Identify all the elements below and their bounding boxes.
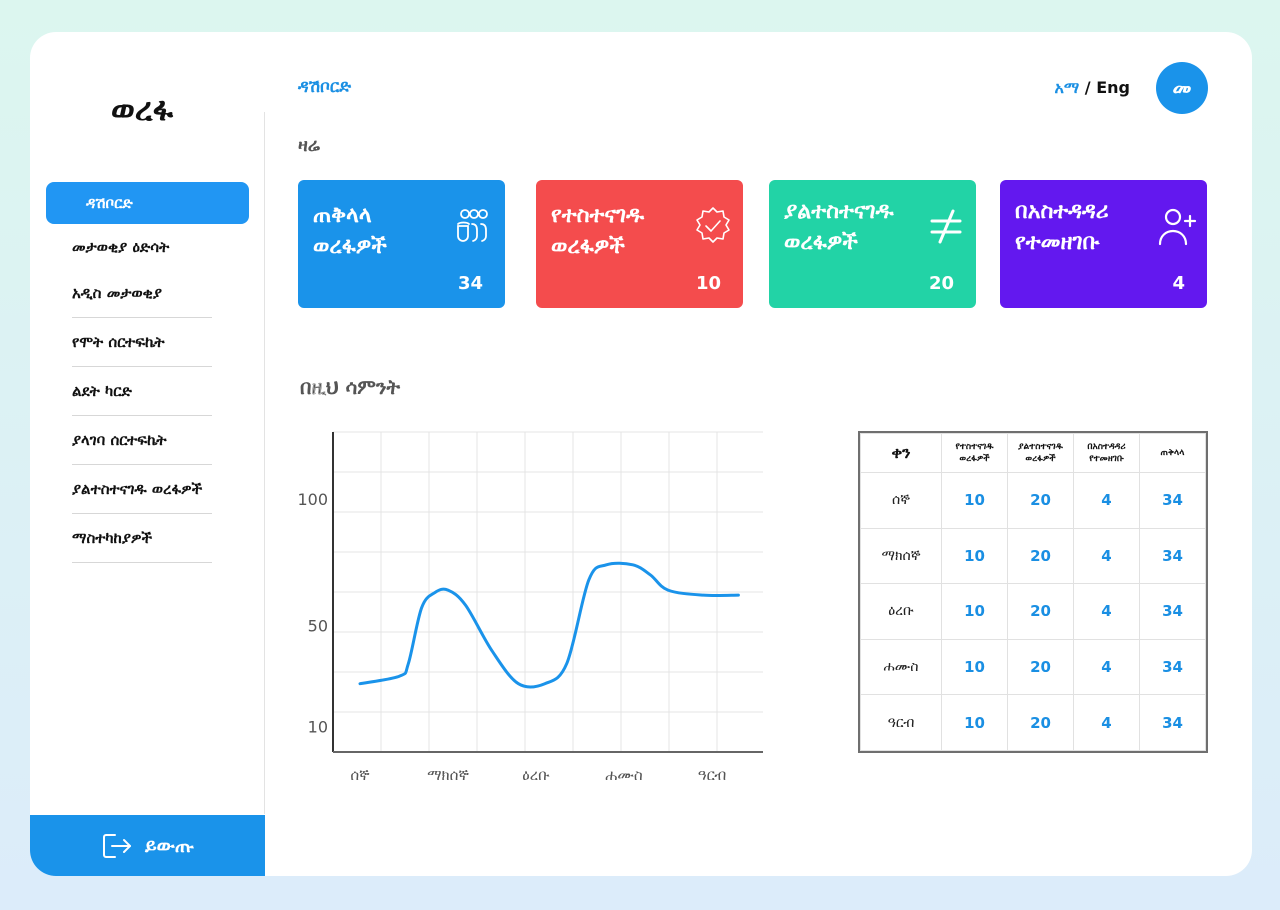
y-tick-label: 100 bbox=[297, 490, 328, 509]
sidebar-item-death-certificate[interactable]: የሞት ሰርተፍኬት bbox=[72, 321, 212, 363]
add-user-icon bbox=[1158, 208, 1197, 246]
people-icon bbox=[457, 209, 488, 242]
sidebar-item-new-id[interactable]: አዲስ መታወቂያ bbox=[72, 272, 212, 314]
cell-admin-registered: 4 bbox=[1073, 694, 1140, 751]
sidebar-divider-vertical bbox=[264, 112, 265, 814]
column-header-unserved: ያልተስተናገዱ ወረፋዎች bbox=[1007, 433, 1074, 473]
y-tick-label: 10 bbox=[308, 718, 328, 737]
today-section-title: ዛሬ bbox=[298, 135, 320, 156]
column-header-admin-registered: በአስተዳዳሪ የተመዘገቡ bbox=[1073, 433, 1140, 473]
weekly-line-chart: 10 50 100 ሰኞ ማክሰኞ ዕረቡ ሐሙስ ዓርብ bbox=[297, 431, 763, 784]
chart-x-tick-labels: ሰኞ ማክሰኞ ዕረቡ ሐሙስ ዓርብ bbox=[350, 766, 726, 784]
x-tick-label: ሰኞ bbox=[350, 766, 370, 784]
week-section-title: በዚህ ሳምንት bbox=[300, 375, 400, 399]
sidebar-item-id-renewal[interactable]: መታወቂያ ዕድሳት bbox=[72, 226, 212, 268]
stat-card-count: 34 bbox=[457, 273, 483, 294]
column-header-total: ጠቅላላ bbox=[1139, 433, 1206, 473]
stat-card-unserved-queues[interactable]: ያልተስተናገዱ ወረፋዎች 20 bbox=[769, 180, 976, 308]
stat-card-title: በአስተዳዳሪ የተመዘገቡ bbox=[1015, 199, 1109, 255]
cell-total: 34 bbox=[1139, 638, 1206, 696]
cell-served: 10 bbox=[941, 472, 1008, 529]
cell-total: 34 bbox=[1139, 527, 1206, 585]
cell-admin-registered: 4 bbox=[1073, 527, 1140, 585]
cell-total: 34 bbox=[1139, 694, 1206, 751]
dashboard-window: ወረፋ ዳሽቦርድ መታወቂያ ዕድሳት አዲስ መታወቂያ የሞት ሰርተፍኬ… bbox=[30, 32, 1252, 876]
stat-card-count: 4 bbox=[1172, 273, 1185, 294]
table-row: ማክሰኞ 10 20 4 34 bbox=[860, 527, 1206, 585]
sidebar-item-single-certificate[interactable]: ያላገባ ሰርተፍኬት bbox=[72, 419, 212, 461]
language-switcher: አማ / Eng bbox=[1054, 78, 1130, 98]
cell-day: ሰኞ bbox=[860, 472, 942, 529]
app-logo: ወረፋ bbox=[110, 90, 174, 128]
cell-served: 10 bbox=[941, 527, 1008, 585]
cell-total: 34 bbox=[1139, 583, 1206, 640]
cell-served: 10 bbox=[941, 638, 1008, 696]
column-header-day: ቀን bbox=[860, 433, 942, 473]
x-tick-label: ማክሰኞ bbox=[427, 766, 469, 784]
cell-admin-registered: 4 bbox=[1073, 472, 1140, 529]
cell-unserved: 20 bbox=[1007, 638, 1074, 696]
sidebar: ወረፋ ዳሽቦርድ መታወቂያ ዕድሳት አዲስ መታወቂያ የሞት ሰርተፍኬ… bbox=[30, 32, 265, 876]
chart-grid bbox=[332, 431, 763, 753]
sidebar-divider bbox=[72, 366, 212, 367]
cell-day: ማክሰኞ bbox=[860, 527, 942, 585]
cell-day: ሐሙስ bbox=[860, 638, 942, 696]
table-row: ሐሙስ 10 20 4 34 bbox=[860, 638, 1206, 696]
sidebar-divider bbox=[72, 317, 212, 318]
sidebar-item-unserved-queues[interactable]: ያልተስተናገዱ ወረፋዎች bbox=[72, 468, 212, 510]
sidebar-divider bbox=[72, 464, 212, 465]
lang-english[interactable]: Eng bbox=[1096, 78, 1130, 97]
y-tick-label: 50 bbox=[308, 617, 328, 636]
series-line bbox=[358, 561, 740, 689]
logout-label: ይውጡ bbox=[144, 834, 195, 857]
chart-y-tick-labels: 10 50 100 bbox=[297, 490, 328, 737]
not-equal-icon bbox=[930, 209, 962, 244]
logout-button[interactable]: ይውጡ bbox=[30, 815, 265, 876]
weekly-summary-table: ቀን የተስተናገዱ ወረፋዎች ያልተስተናገዱ ወረፋዎች በአስተዳዳሪ … bbox=[858, 431, 1208, 753]
cell-unserved: 20 bbox=[1007, 694, 1074, 751]
sidebar-item-birth-card[interactable]: ልደት ካርድ bbox=[72, 370, 212, 412]
cell-admin-registered: 4 bbox=[1073, 638, 1140, 696]
stat-card-title: ጠቅላላ ወረፋዎች bbox=[313, 203, 387, 259]
cell-admin-registered: 4 bbox=[1073, 583, 1140, 640]
verified-badge-icon bbox=[696, 207, 730, 243]
sidebar-item-dashboard[interactable]: ዳሽቦርድ bbox=[46, 182, 249, 224]
stat-card-count: 20 bbox=[928, 273, 954, 294]
sidebar-divider bbox=[72, 415, 212, 416]
breadcrumb[interactable]: ዳሽቦርድ bbox=[298, 77, 351, 97]
table-row: ሰኞ 10 20 4 34 bbox=[860, 472, 1206, 529]
lang-separator: / bbox=[1079, 78, 1097, 97]
avatar[interactable]: መ bbox=[1156, 62, 1208, 114]
column-header-served: የተስተናገዱ ወረፋዎች bbox=[941, 433, 1008, 473]
cell-day: ዓርብ bbox=[860, 694, 942, 751]
cell-served: 10 bbox=[941, 583, 1008, 640]
cell-unserved: 20 bbox=[1007, 583, 1074, 640]
stat-card-served-queues[interactable]: የተስተናገዱ ወረፋዎች 10 bbox=[536, 180, 743, 308]
cell-unserved: 20 bbox=[1007, 527, 1074, 585]
lang-amharic[interactable]: አማ bbox=[1054, 78, 1079, 97]
x-tick-label: ዕረቡ bbox=[522, 766, 550, 784]
table-row: ዕረቡ 10 20 4 34 bbox=[860, 583, 1206, 640]
table-header-row: ቀን የተስተናገዱ ወረፋዎች ያልተስተናገዱ ወረፋዎች በአስተዳዳሪ … bbox=[860, 433, 1206, 473]
stat-card-count: 10 bbox=[695, 273, 721, 294]
stat-card-total-queues[interactable]: ጠቅላላ ወረፋዎች 34 bbox=[298, 180, 505, 308]
stat-card-title: ያልተስተናገዱ ወረፋዎች bbox=[784, 199, 894, 255]
sidebar-divider bbox=[72, 513, 212, 514]
cell-day: ዕረቡ bbox=[860, 583, 942, 640]
logout-icon bbox=[102, 833, 131, 858]
table-row: ዓርብ 10 20 4 34 bbox=[860, 694, 1206, 751]
cell-served: 10 bbox=[941, 694, 1008, 751]
cell-unserved: 20 bbox=[1007, 472, 1074, 529]
x-tick-label: ዓርብ bbox=[698, 766, 727, 784]
sidebar-item-settings[interactable]: ማስተካከያዎች bbox=[72, 517, 212, 559]
cell-total: 34 bbox=[1139, 472, 1206, 529]
sidebar-divider bbox=[72, 562, 212, 563]
x-tick-label: ሐሙስ bbox=[605, 766, 643, 784]
stat-card-title: የተስተናገዱ ወረፋዎች bbox=[551, 203, 645, 259]
stat-card-admin-registered[interactable]: በአስተዳዳሪ የተመዘገቡ 4 bbox=[1000, 180, 1207, 308]
